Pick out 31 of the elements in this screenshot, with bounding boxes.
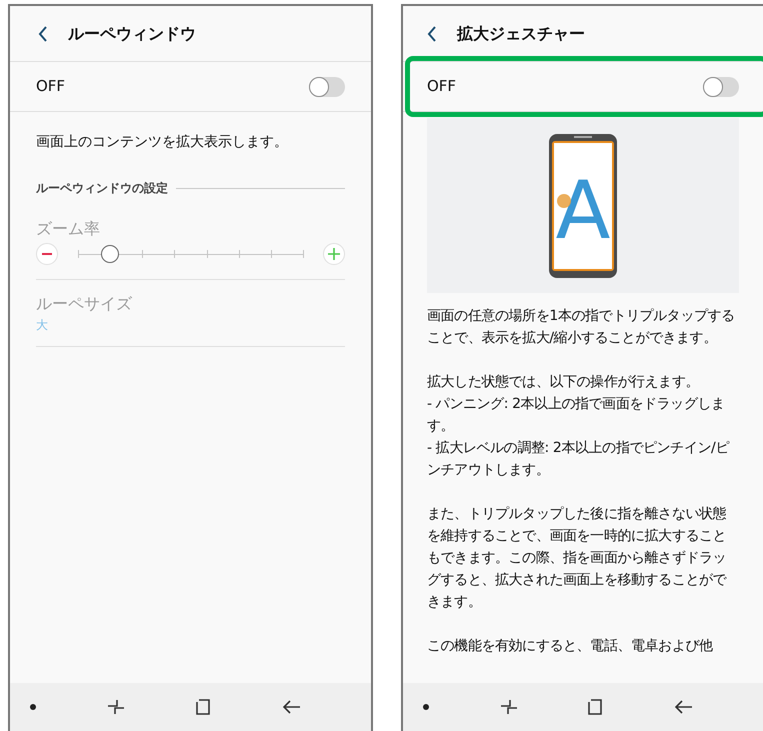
size-value: 大 xyxy=(36,317,49,334)
section-header: ルーペウィンドウの設定 xyxy=(36,180,168,197)
description-text: 画面上のコンテンツを拡大表示します。 xyxy=(36,133,289,152)
minus-button[interactable] xyxy=(36,243,58,265)
minus-icon xyxy=(42,253,52,255)
recent-apps-icon[interactable] xyxy=(107,698,125,716)
toggle-switch[interactable] xyxy=(703,76,739,96)
plus-icon xyxy=(328,248,340,260)
screen-title: ルーペウィンドウ xyxy=(68,22,196,44)
info-paragraph: 画面の任意の場所を1本の指でトリプルタップすることで、表示を拡大/縮小することができます。 xyxy=(427,307,736,348)
screen-title: 拡大ジェスチャー xyxy=(457,22,585,44)
dot-icon xyxy=(30,704,36,710)
toggle-switch[interactable] xyxy=(309,76,345,96)
info-paragraph: また、トリプルタップした後に指を離さない状態を維持することで、画面を一時的に拡大することもできます。この際、指を画面から離さずドラッグすると、拡大された画面上を移動することができます。 xyxy=(427,505,728,612)
home-icon[interactable] xyxy=(196,699,212,715)
back-arrow-icon[interactable] xyxy=(674,700,693,714)
slider-thumb[interactable] xyxy=(100,245,118,263)
dot-icon xyxy=(423,704,429,710)
info-paragraph: この機能を有効にすると、電話、電卓および他 xyxy=(427,637,714,656)
toggle-label: OFF xyxy=(36,76,66,98)
back-icon[interactable] xyxy=(427,26,437,42)
slider-track[interactable] xyxy=(78,244,303,264)
back-icon[interactable] xyxy=(38,26,48,42)
info-paragraph: 拡大した状態では、以下の操作が行えます。 - パンニング: 2本以上の指で画面をドラッグします。 - 拡大レベルの調整: 2本以上の指でピンチイン/ピンチアウトします。 xyxy=(427,373,730,480)
zoom-label: ズーム率 xyxy=(36,219,100,238)
toggle-label: OFF xyxy=(427,76,456,98)
phone-illustration-drawing: A xyxy=(548,132,618,278)
size-label: ルーペサイズ xyxy=(36,293,133,315)
back-arrow-icon[interactable] xyxy=(283,700,301,714)
recent-apps-icon[interactable] xyxy=(500,698,518,716)
home-icon[interactable] xyxy=(588,699,604,715)
